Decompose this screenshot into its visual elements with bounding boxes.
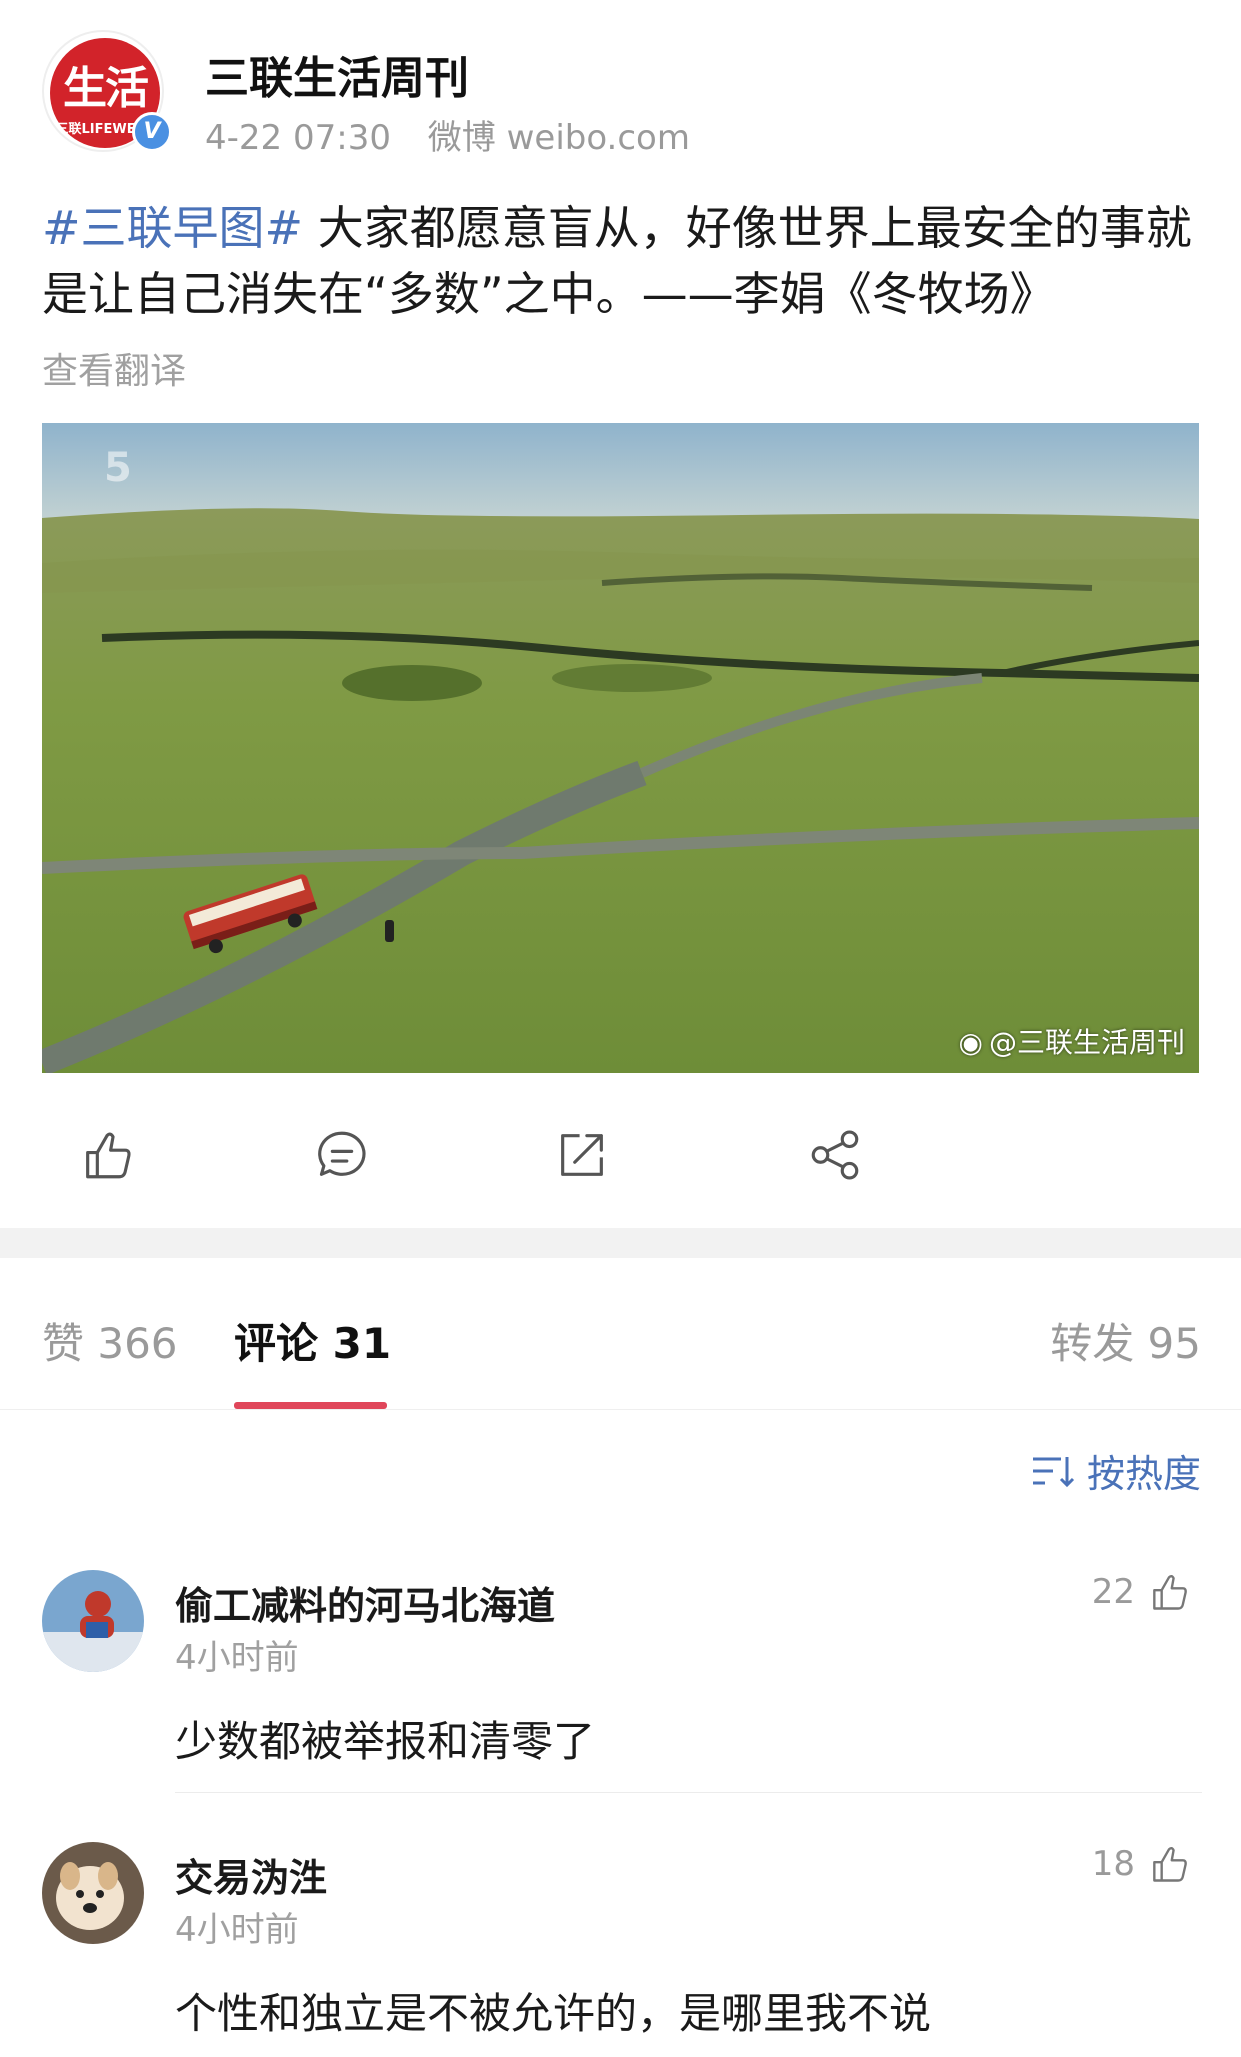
post-body: #三联早图# 大家都愿意盲从，好像世界上最安全的事就是让自己消失在“多数”之中。… bbox=[42, 195, 1202, 327]
comment-like-button[interactable]: 18 bbox=[1092, 1842, 1191, 1886]
commenter-name[interactable]: 交易沩泩 bbox=[175, 1847, 327, 1902]
repost-button[interactable] bbox=[539, 1112, 625, 1198]
author-name[interactable]: 三联生活周刊 bbox=[205, 42, 469, 106]
thumbs-up-icon bbox=[86, 1132, 131, 1179]
sort-icon bbox=[1032, 1456, 1075, 1487]
active-tab-indicator bbox=[234, 1402, 387, 1409]
image-corner-mark: 5 bbox=[104, 445, 132, 491]
post-time: 4-22 07:30 bbox=[205, 118, 391, 158]
interaction-tabs: 赞 366 评论 31 转发 95 bbox=[0, 1258, 1241, 1410]
hashtag-link[interactable]: #三联早图# bbox=[42, 201, 303, 255]
share-button[interactable] bbox=[792, 1112, 878, 1198]
post-header: 生活 三联LIFEWEEK V 三联生活周刊 4-22 07:30 微博 wei… bbox=[42, 30, 1202, 160]
avatar-logo-text: 生活 bbox=[63, 63, 149, 114]
post-meta: 4-22 07:30 微博 weibo.com bbox=[205, 110, 716, 159]
commenter-avatar[interactable] bbox=[42, 1842, 144, 1944]
tab-comments[interactable]: 评论 31 bbox=[234, 1310, 391, 1371]
watermark-text: @三联生活周刊 bbox=[988, 1026, 1185, 1059]
comment-time: 4小时前 bbox=[175, 1638, 299, 1678]
commenter-avatar-image bbox=[42, 1570, 144, 1672]
comment-text: 少数都被举报和清零了 bbox=[175, 1717, 596, 1766]
comment-text: 个性和独立是不被允许的，是哪里我不说 bbox=[175, 1989, 932, 2038]
comment-divider bbox=[175, 1792, 1202, 1793]
repost-icon bbox=[561, 1134, 603, 1176]
thumbs-up-icon bbox=[1153, 1846, 1187, 1882]
comment-like-button[interactable]: 22 bbox=[1092, 1570, 1191, 1614]
commenter-avatar[interactable] bbox=[42, 1570, 144, 1672]
share-icon bbox=[811, 1130, 859, 1180]
verified-badge-icon: V bbox=[132, 112, 172, 152]
translate-link[interactable]: 查看翻译 bbox=[42, 342, 186, 394]
comment-bubble-icon bbox=[318, 1131, 366, 1176]
commenter-avatar-image bbox=[42, 1842, 144, 1944]
comment-like-count: 18 bbox=[1091, 1844, 1135, 1884]
image-watermark: ◉ @三联生活周刊 bbox=[959, 1021, 1185, 1061]
comment-button[interactable] bbox=[299, 1112, 385, 1198]
commenter-name[interactable]: 偷工减料的河马北海道 bbox=[175, 1575, 555, 1630]
sort-label: 按热度 bbox=[1086, 1452, 1201, 1496]
thumbs-up-icon bbox=[1153, 1574, 1187, 1610]
section-divider bbox=[0, 1228, 1241, 1258]
tab-reposts[interactable]: 转发 95 bbox=[1050, 1310, 1201, 1371]
landscape-photo: 5 bbox=[42, 423, 1199, 1073]
comment-like-count: 22 bbox=[1091, 1572, 1135, 1612]
like-button[interactable] bbox=[64, 1112, 150, 1198]
sort-by-hot-button[interactable]: 按热度 bbox=[1031, 1443, 1201, 1498]
comment-time: 4小时前 bbox=[175, 1910, 299, 1950]
post-image[interactable]: 5 ◉ @三联生活周刊 bbox=[42, 423, 1199, 1073]
post-source: 微博 weibo.com bbox=[427, 118, 690, 158]
tab-likes[interactable]: 赞 366 bbox=[42, 1310, 178, 1371]
post-action-bar bbox=[0, 1112, 1241, 1198]
weibo-logo-icon: ◉ bbox=[958, 1026, 983, 1059]
